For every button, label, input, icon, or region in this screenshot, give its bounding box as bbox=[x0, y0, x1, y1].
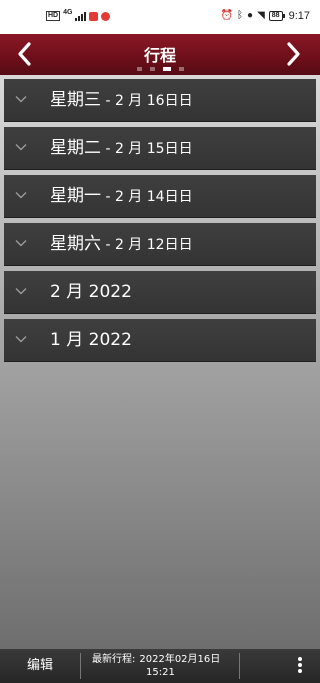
status-left-icons: HD 4G bbox=[46, 9, 111, 21]
battery-level: 88 bbox=[268, 11, 283, 21]
group-row[interactable]: 星期六 - 2 月 12日日 bbox=[4, 223, 316, 266]
group-row[interactable]: 星期三 - 2 月 16日日 bbox=[4, 79, 316, 122]
page-dot bbox=[136, 67, 142, 71]
page-dot bbox=[178, 67, 184, 71]
status-bar: HD 4G ⏰ ᛒ ● ◥ 88 9:17 bbox=[0, 0, 320, 34]
itinerary-groups: 星期三 - 2 月 16日日 星期二 - 2 月 15日日 星期一 - 2 月 … bbox=[4, 79, 316, 367]
more-vertical-icon[interactable] bbox=[296, 657, 304, 675]
group-label: 2 月 2022 bbox=[50, 281, 132, 304]
chevron-down-icon bbox=[15, 288, 27, 295]
group-date: - 2 月 16日日 bbox=[101, 93, 193, 109]
last-sync-info: 最新行程: 2022年02月16日 15:21 bbox=[92, 653, 220, 679]
group-label: 星期六 - 2 月 12日日 bbox=[50, 233, 193, 256]
last-sync-label: 最新行程: bbox=[92, 654, 136, 665]
group-title: 2 月 2022 bbox=[50, 282, 132, 302]
bluetooth-icon: ᛒ bbox=[237, 10, 244, 21]
group-title: 星期三 bbox=[50, 90, 101, 110]
edit-button[interactable]: 编辑 bbox=[8, 649, 72, 683]
app-notification-icon-2 bbox=[101, 11, 111, 21]
group-row[interactable]: 星期二 - 2 月 15日日 bbox=[4, 127, 316, 170]
chevron-right-icon[interactable] bbox=[278, 39, 308, 69]
group-title: 星期一 bbox=[50, 186, 101, 206]
chevron-down-icon bbox=[15, 144, 27, 151]
chevron-down-icon bbox=[15, 192, 27, 199]
page-title: 行程 bbox=[143, 46, 176, 65]
group-label: 星期一 - 2 月 14日日 bbox=[50, 185, 193, 208]
clock: 9:17 bbox=[288, 10, 310, 22]
group-label: 1 月 2022 bbox=[50, 329, 132, 352]
location-icon: ● bbox=[247, 10, 254, 21]
group-date: - 2 月 15日日 bbox=[101, 141, 193, 157]
page-dot bbox=[162, 67, 171, 71]
group-row[interactable]: 1 月 2022 bbox=[4, 319, 316, 362]
page-dot bbox=[149, 67, 155, 71]
group-row[interactable]: 2 月 2022 bbox=[4, 271, 316, 314]
chevron-down-icon bbox=[15, 336, 27, 343]
signal-icon bbox=[75, 11, 87, 21]
group-label: 星期三 - 2 月 16日日 bbox=[50, 89, 193, 112]
last-sync-time: 15:21 bbox=[146, 667, 175, 678]
group-title: 星期二 bbox=[50, 138, 101, 158]
network-type: 4G bbox=[63, 9, 73, 16]
alarm-icon: ⏰ bbox=[220, 10, 234, 21]
group-title: 1 月 2022 bbox=[50, 330, 132, 350]
group-title: 星期六 bbox=[50, 234, 101, 254]
chevron-down-icon bbox=[15, 240, 27, 247]
group-row[interactable]: 星期一 - 2 月 14日日 bbox=[4, 175, 316, 218]
app-notification-icon bbox=[89, 11, 99, 21]
battery-icon: 88 bbox=[268, 11, 285, 21]
last-sync-date: 2022年02月16日 bbox=[139, 654, 221, 665]
header: 行程 bbox=[0, 34, 320, 75]
divider bbox=[80, 653, 81, 679]
group-date: - 2 月 14日日 bbox=[101, 189, 193, 205]
itinerary-list-area[interactable]: 星期三 - 2 月 16日日 星期二 - 2 月 15日日 星期一 - 2 月 … bbox=[0, 75, 320, 649]
page-indicator bbox=[0, 67, 320, 71]
bottom-toolbar: 编辑 最新行程: 2022年02月16日 15:21 bbox=[0, 649, 320, 683]
status-right-icons: ⏰ ᛒ ● ◥ 88 9:17 bbox=[221, 10, 310, 22]
group-date: - 2 月 12日日 bbox=[101, 237, 193, 253]
divider bbox=[239, 653, 240, 679]
chevron-down-icon bbox=[15, 96, 27, 103]
group-label: 星期二 - 2 月 15日日 bbox=[50, 137, 193, 160]
hd-icon: HD bbox=[46, 11, 61, 21]
wifi-icon: ◥ bbox=[257, 10, 265, 21]
